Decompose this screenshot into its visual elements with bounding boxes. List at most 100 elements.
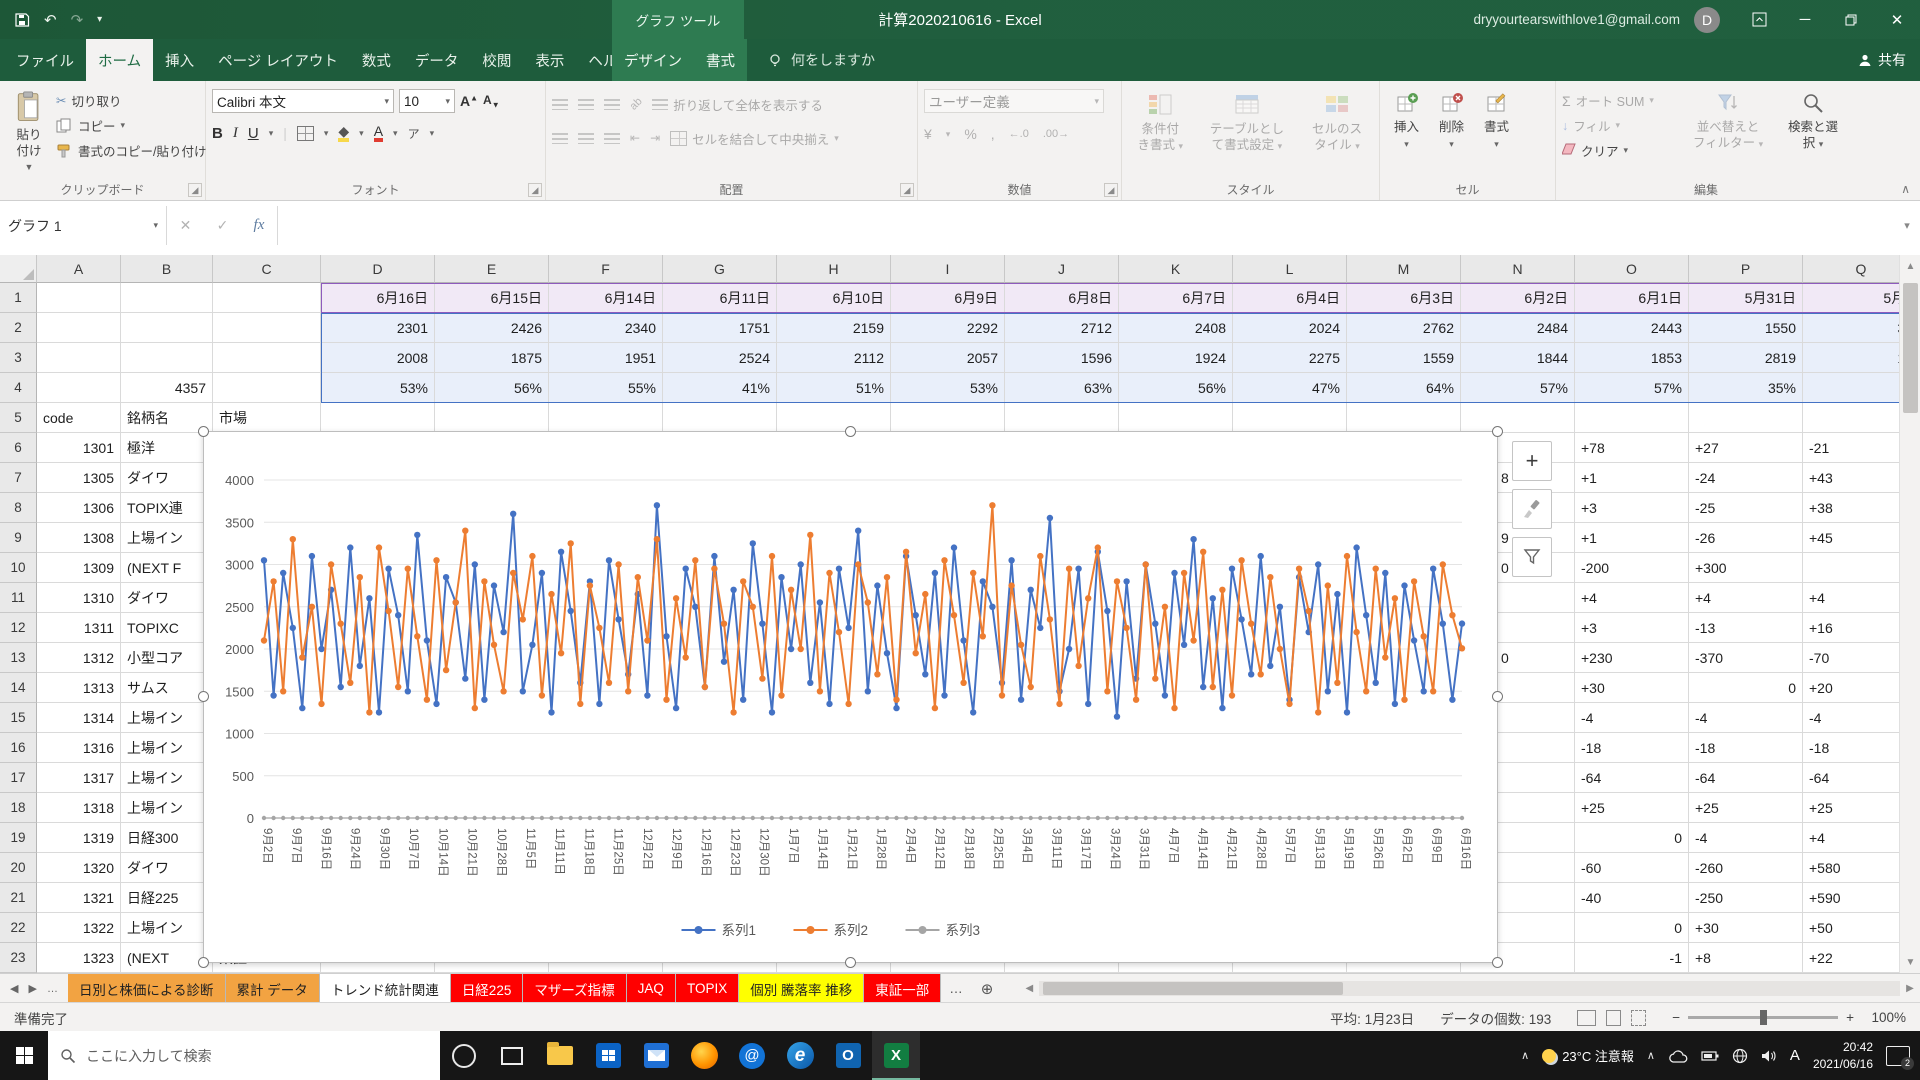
row-header-2[interactable]: 2 [0,313,37,343]
grid-cell-A3[interactable] [37,343,121,373]
normal-view-button[interactable] [1577,1010,1596,1026]
format-cells-button[interactable]: 書式▾ [1476,85,1517,177]
grid-cell-J5[interactable] [1005,403,1119,433]
grid-cell-O2[interactable]: 2443 [1575,313,1689,343]
grid-cell-A13[interactable]: 1312 [37,643,121,673]
grid-cell-E2[interactable]: 2426 [435,313,549,343]
grid-cell-J2[interactable]: 2712 [1005,313,1119,343]
grid-cell-A14[interactable]: 1313 [37,673,121,703]
insert-function-icon[interactable]: fx [254,217,265,234]
cancel-icon[interactable]: ✕ [180,217,192,234]
sheet-tab-日経225[interactable]: 日経225 [451,974,524,1003]
chart-resize-handle[interactable] [198,691,209,702]
grid-cell-P13[interactable]: -370 [1689,643,1803,673]
grid-cell-D2[interactable]: 2301 [321,313,435,343]
scroll-down-icon[interactable]: ▼ [1900,951,1920,973]
grid-cell-K5[interactable] [1119,403,1233,433]
grid-cell-E3[interactable]: 1875 [435,343,549,373]
grid-cell-O12[interactable]: +3 [1575,613,1689,643]
chart-resize-handle[interactable] [198,957,209,968]
grid-cell-C1[interactable] [213,283,321,313]
grid-cell-C2[interactable] [213,313,321,343]
column-header-K[interactable]: K [1119,255,1233,283]
tray-chevron[interactable]: ∧ [1647,1049,1655,1062]
grid-cell-A23[interactable]: 1323 [37,943,121,973]
customize-quick-access-icon[interactable]: ▾ [97,14,102,25]
grid-cell-A11[interactable]: 1310 [37,583,121,613]
taskbar-app-outlook[interactable]: O [824,1031,872,1080]
row-header-21[interactable]: 21 [0,883,37,913]
grid-cell-D3[interactable]: 2008 [321,343,435,373]
row-header-9[interactable]: 9 [0,523,37,553]
increase-indent-icon[interactable]: ⇥ [650,131,660,145]
enter-icon[interactable]: ✓ [217,217,229,234]
more-sheets-left[interactable]: … [47,983,58,995]
grid-cell-P4[interactable]: 35% [1689,373,1803,403]
column-header-D[interactable]: D [321,255,435,283]
ime-mode-indicator[interactable]: A [1790,1047,1800,1064]
action-center-icon[interactable]: 2 [1886,1046,1910,1066]
grid-cell-G4[interactable]: 41% [663,373,777,403]
number-format-select[interactable]: ユーザー定義▾ [924,89,1104,113]
grid-cell-O17[interactable]: -64 [1575,763,1689,793]
bold-icon[interactable]: B [212,125,223,142]
grid-cell-H1[interactable]: 6月10日 [777,283,891,313]
grid-cell-G3[interactable]: 2524 [663,343,777,373]
align-middle-icon[interactable] [578,99,594,110]
decrease-indent-icon[interactable]: ⇤ [630,131,640,145]
grid-cell-N3[interactable]: 1844 [1461,343,1575,373]
grid-cell-I2[interactable]: 2292 [891,313,1005,343]
grid-cell-O19[interactable]: 0 [1575,823,1689,853]
grid-cell-H2[interactable]: 2159 [777,313,891,343]
row-header-14[interactable]: 14 [0,673,37,703]
grid-cell-A7[interactable]: 1305 [37,463,121,493]
onedrive-cloud-icon[interactable] [1668,1049,1688,1063]
grid-cell-A21[interactable]: 1321 [37,883,121,913]
tab-校閲[interactable]: 校閲 [470,39,523,81]
grid-cell-A8[interactable]: 1306 [37,493,121,523]
column-header-L[interactable]: L [1233,255,1347,283]
expand-formula-bar-icon[interactable]: ▾ [1894,206,1920,245]
grid-cell-B1[interactable] [121,283,213,313]
conditional-formatting-button[interactable]: 条件付き書式 ▾ [1128,85,1193,177]
zoom-in-icon[interactable]: + [1846,1010,1854,1025]
next-sheet-icon[interactable]: ▶ [28,982,36,995]
grid-cell-I3[interactable]: 2057 [891,343,1005,373]
grid-cell-M5[interactable] [1347,403,1461,433]
grid-cell-N4[interactable]: 57% [1461,373,1575,403]
grid-cell-A1[interactable] [37,283,121,313]
delete-cells-button[interactable]: 削除▾ [1431,85,1472,177]
taskbar-search[interactable]: ここに入力して検索 [48,1031,440,1080]
cut-button[interactable]: ✂切り取り [56,91,206,110]
grid-cell-A22[interactable]: 1322 [37,913,121,943]
taskbar-app-firefox[interactable] [680,1031,728,1080]
grid-cell-O14[interactable]: +30 [1575,673,1689,703]
row-header-1[interactable]: 1 [0,283,37,313]
formula-input[interactable] [278,206,1894,245]
share-button[interactable]: 共有 [1858,39,1906,81]
task-view-button[interactable] [488,1031,536,1080]
insert-cells-button[interactable]: 挿入▾ [1386,85,1427,177]
cell-styles-button[interactable]: セルのスタイル ▾ [1301,85,1373,177]
scroll-right-icon[interactable]: ▶ [1900,983,1920,994]
row-header-13[interactable]: 13 [0,643,37,673]
chart-resize-handle[interactable] [1492,426,1503,437]
grid-cell-L2[interactable]: 2024 [1233,313,1347,343]
cortana-button[interactable] [440,1031,488,1080]
clock[interactable]: 20:422021/06/16 [1813,1039,1873,1071]
grid-cell-F3[interactable]: 1951 [549,343,663,373]
sheet-tab-マザーズ指標[interactable]: マザーズ指標 [523,974,626,1003]
scroll-left-icon[interactable]: ◀ [1019,983,1039,994]
zoom-slider-thumb[interactable] [1760,1010,1767,1025]
taskbar-app-excel[interactable]: X [872,1031,920,1080]
undo-icon[interactable]: ↶ [44,11,57,29]
fill-button[interactable]: ↓フィル▾ [1562,116,1680,135]
zoom-slider[interactable] [1688,1016,1838,1019]
battery-icon[interactable] [1701,1050,1719,1062]
ribbon-display-options-icon[interactable] [1736,0,1782,39]
autosum-button[interactable]: Σオート SUM▾ [1562,91,1680,110]
grid-cell-O9[interactable]: +1 [1575,523,1689,553]
clear-button[interactable]: クリア▾ [1562,141,1680,160]
grid-cell-O11[interactable]: +4 [1575,583,1689,613]
grid-cell-P14[interactable]: 0 [1689,673,1803,703]
